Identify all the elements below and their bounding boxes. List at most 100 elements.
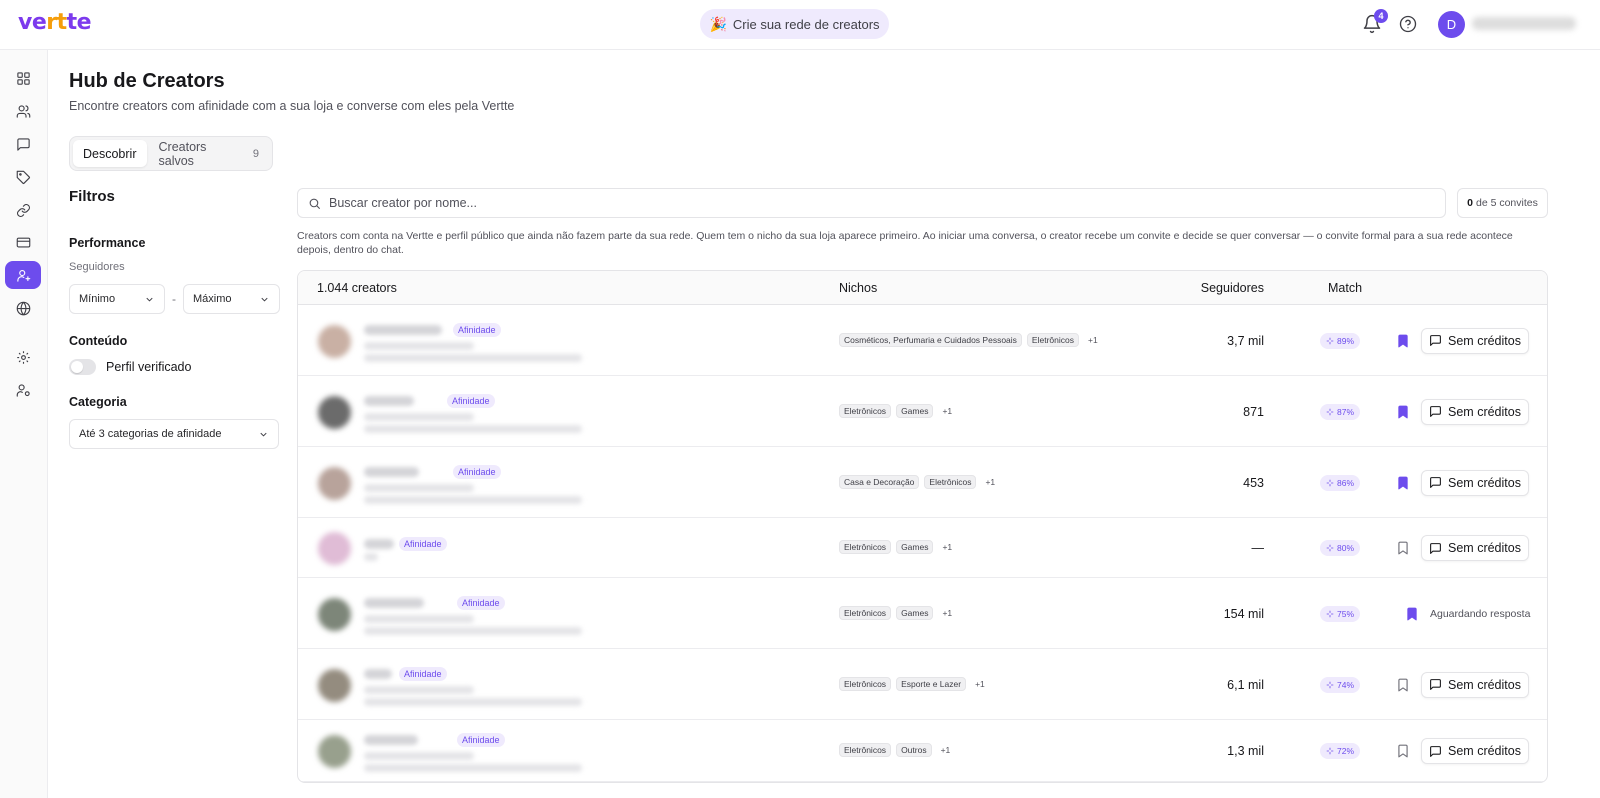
tab-discover-label: Descobrir	[83, 146, 137, 161]
creator-name-blurred	[364, 395, 414, 406]
invites-rest: de 5 convites	[1475, 197, 1538, 209]
table-row[interactable]: Afinidade Casa e Decoração Eletrônicos +1 45…	[298, 447, 1547, 518]
tab-discover[interactable]: Descobrir	[73, 140, 147, 167]
no-credits-button[interactable]: Sem créditos	[1421, 535, 1529, 561]
table-row[interactable]: Afinidade Cosméticos, Perfumaria e Cuidad…	[298, 305, 1547, 376]
chevron-down-icon	[261, 297, 268, 302]
niche-chips: Cosméticos, Perfumaria e Cuidados Pessoa…	[839, 332, 1098, 347]
creators-icon[interactable]	[5, 261, 41, 289]
no-credits-button[interactable]: Sem créditos	[1421, 738, 1529, 764]
user-cog-icon[interactable]	[5, 376, 41, 404]
niche-chip: Eletrônicos	[839, 540, 892, 554]
niche-chips: Eletrônicos Outros +1	[839, 743, 950, 757]
niche-chips: Eletrônicos Esporte e Lazer +1	[839, 676, 985, 691]
bookmark-icon[interactable]	[1397, 334, 1409, 348]
bookmark-icon[interactable]	[1397, 541, 1409, 555]
table-row[interactable]: Afinidade Eletrônicos Games +1 — 80% Sem crédi…	[298, 518, 1547, 578]
no-credits-button[interactable]: Sem créditos	[1421, 469, 1529, 496]
category-select[interactable]: Até 3 categorias de afinidade	[69, 419, 279, 449]
table-row[interactable]: Afinidade Eletrônicos Games +1 154 mil 75% Agu…	[298, 578, 1547, 649]
page-title: Hub de Creators	[69, 70, 225, 92]
link-icon[interactable]	[5, 196, 41, 224]
niche-more: +1	[942, 542, 953, 552]
sparkle-icon	[1326, 681, 1334, 688]
followers-count: 871	[1243, 404, 1264, 419]
niche-chip: Games	[896, 605, 934, 620]
verified-profile-toggle[interactable]	[69, 359, 96, 375]
niche-chips: Eletrônicos Games +1	[839, 540, 952, 554]
create-network-label: Crie sua rede de creators	[732, 16, 880, 32]
invites-used: 0	[1467, 197, 1473, 209]
vertte-logo[interactable]: vertte	[18, 10, 92, 35]
invites-counter: 0 de 5 convites	[1457, 188, 1548, 218]
niche-chip: Eletrônicos	[924, 474, 977, 489]
creator-handle-blurred	[364, 483, 474, 492]
settings-icon[interactable]	[5, 343, 41, 371]
no-credits-label: Sem créditos	[1448, 744, 1521, 758]
no-credits-button[interactable]: Sem créditos	[1421, 398, 1529, 425]
match-value: 89%	[1337, 335, 1355, 346]
no-credits-label: Sem créditos	[1448, 677, 1521, 692]
awaiting-response-status: Aguardando resposta	[1430, 607, 1531, 620]
bookmark-icon[interactable]	[1397, 744, 1409, 758]
niche-more: +1	[942, 607, 953, 618]
creator-avatar	[318, 735, 351, 768]
bookmark-icon[interactable]	[1406, 607, 1418, 621]
creator-avatar	[318, 668, 351, 702]
help-icon[interactable]	[1399, 15, 1417, 33]
card-icon[interactable]	[5, 228, 41, 256]
create-network-button[interactable]: 🎉 Crie sua rede de creators	[700, 9, 889, 39]
creator-avatar	[318, 395, 351, 429]
table-row[interactable]: Afinidade Eletrônicos Esporte e Lazer +1 6,1…	[298, 649, 1547, 720]
creator-bio-blurred	[364, 424, 582, 433]
niche-more: +1	[942, 405, 953, 416]
followers-max-select[interactable]: Máximo	[183, 284, 280, 314]
sparkle-icon	[1326, 747, 1334, 755]
globe-icon[interactable]	[5, 294, 41, 322]
creator-avatar	[318, 532, 351, 565]
creator-handle-blurred	[364, 553, 378, 561]
search-input[interactable]: Buscar creator por nome...	[297, 188, 1446, 218]
tab-saved-creators[interactable]: Creators salvos 9	[149, 140, 270, 168]
no-credits-button[interactable]: Sem créditos	[1421, 671, 1529, 698]
chat-icon	[1430, 477, 1441, 488]
match-badge: 72%	[1320, 743, 1361, 759]
users-icon[interactable]	[5, 97, 41, 125]
followers-count: 1,3 mil	[1227, 744, 1264, 758]
creator-bio-blurred	[364, 495, 582, 504]
niche-chip: Cosméticos, Perfumaria e Cuidados Pessoa…	[839, 332, 1022, 347]
followers-min-select[interactable]: Mínimo	[69, 284, 165, 314]
niche-chip: Eletrônicos	[839, 743, 892, 757]
creator-name-blurred	[364, 539, 394, 549]
dashboard-icon[interactable]	[5, 64, 41, 92]
match-badge: 89%	[1320, 332, 1361, 349]
creator-bio-blurred	[364, 764, 582, 772]
followers-count: 154 mil	[1223, 606, 1264, 621]
followers-count: 3,7 mil	[1227, 333, 1264, 348]
creator-avatar	[318, 324, 351, 358]
sparkle-icon	[1326, 610, 1334, 617]
match-badge: 74%	[1320, 676, 1361, 693]
chat-icon[interactable]	[5, 130, 41, 158]
table-header: 1.044 creators Nichos Seguidores Match	[298, 271, 1547, 305]
match-value: 75%	[1337, 608, 1355, 619]
bookmark-icon[interactable]	[1397, 405, 1409, 419]
bookmark-icon[interactable]	[1397, 678, 1409, 692]
niche-more: +1	[985, 476, 996, 487]
bookmark-icon[interactable]	[1397, 476, 1409, 490]
range-separator: -	[172, 292, 176, 306]
no-credits-button[interactable]: Sem créditos	[1421, 327, 1529, 354]
chat-icon	[1430, 335, 1441, 346]
table-row[interactable]: Afinidade Eletrônicos Games +1 871 87% Sem cré…	[298, 376, 1547, 447]
niche-chip: Eletrônicos	[839, 676, 892, 691]
table-row[interactable]: Afinidade Eletrônicos Outros +1 1,3 mil 72% Se…	[298, 720, 1547, 782]
match-value: 80%	[1337, 543, 1355, 553]
tag-icon[interactable]	[5, 163, 41, 191]
notification-badge: 4	[1374, 9, 1388, 23]
niche-more: +1	[975, 678, 985, 689]
user-avatar[interactable]: D	[1438, 11, 1465, 38]
creator-avatar	[318, 466, 351, 500]
no-credits-label: Sem créditos	[1448, 333, 1521, 348]
niche-chip: Games	[896, 540, 934, 554]
affinity-badge: Afinidade	[399, 537, 447, 551]
